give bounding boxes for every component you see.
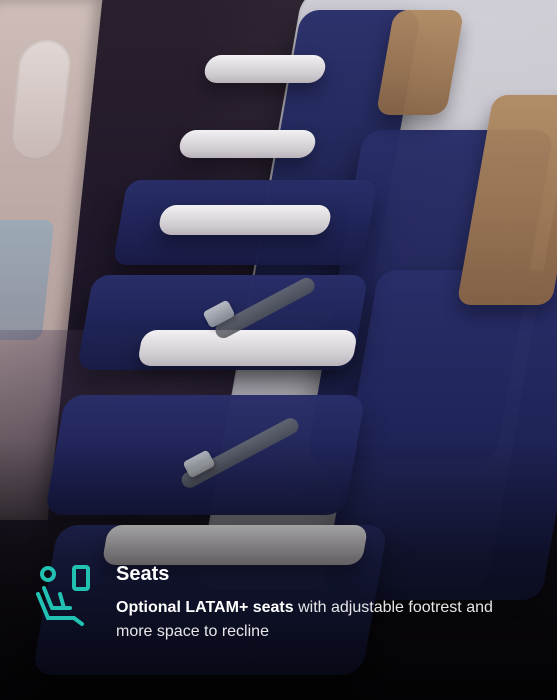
seats-feature-card: Seats Optional LATAM+ seats with adjusta… xyxy=(0,0,557,700)
feature-block: Seats Optional LATAM+ seats with adjusta… xyxy=(30,560,540,670)
feature-description-bold: Optional LATAM+ seats xyxy=(116,599,294,616)
feature-title: Seats xyxy=(116,563,170,585)
seat-armrest xyxy=(202,55,328,83)
seat-icon xyxy=(36,565,90,626)
seat-armrest xyxy=(136,330,359,366)
feature-description: Optional LATAM+ seats with adjustable fo… xyxy=(116,596,496,644)
seat-armrest xyxy=(177,130,318,158)
feature-text: Seats Optional LATAM+ seats with adjusta… xyxy=(116,560,496,644)
seat-armrest xyxy=(157,205,333,235)
